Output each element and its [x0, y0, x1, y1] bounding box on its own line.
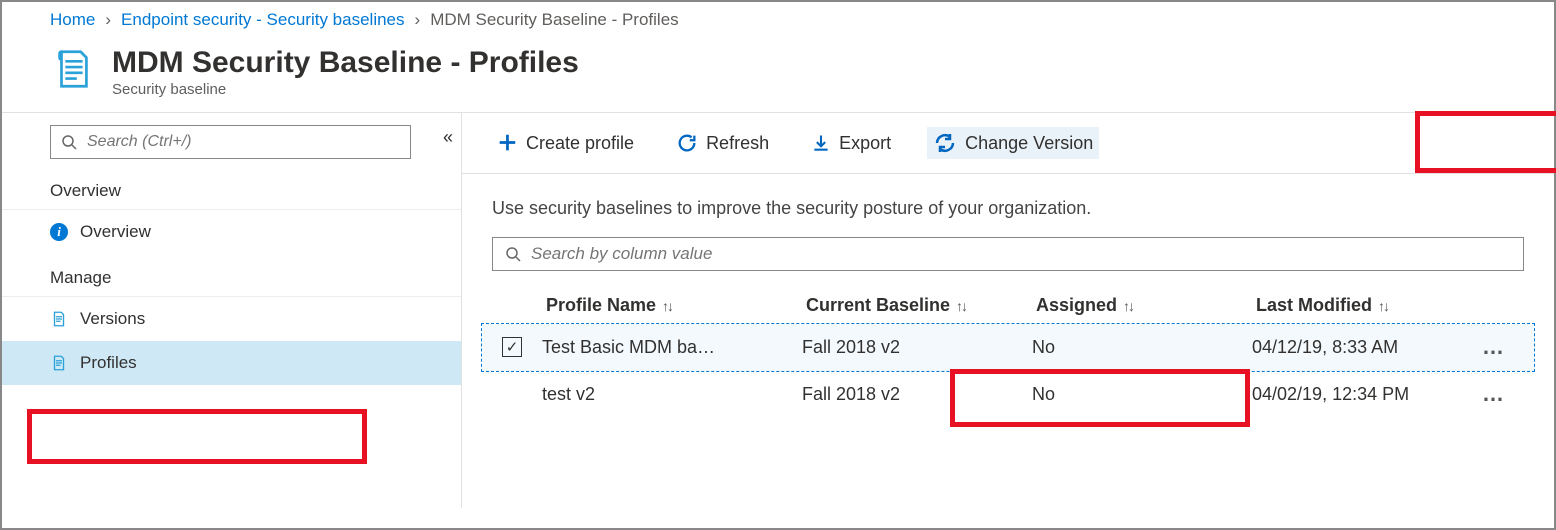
sidebar-search-input[interactable]: [87, 133, 400, 151]
create-profile-button[interactable]: Create profile: [490, 128, 640, 158]
column-search[interactable]: [492, 237, 1524, 271]
sidebar-section-overview: Overview: [2, 177, 461, 210]
breadcrumb-home[interactable]: Home: [50, 10, 95, 30]
sidebar-item-label: Overview: [80, 222, 151, 242]
cell-current-baseline: Fall 2018 v2: [802, 384, 1032, 405]
cell-assigned: No: [1032, 384, 1252, 405]
export-button[interactable]: Export: [805, 129, 897, 158]
collapse-sidebar-icon[interactable]: «: [443, 127, 453, 148]
col-profile-name[interactable]: Profile Name ↑↓: [542, 287, 802, 324]
col-assigned[interactable]: Assigned ↑↓: [1032, 287, 1252, 324]
cell-last-modified: 04/12/19, 8:33 AM: [1252, 337, 1482, 358]
breadcrumb-current: MDM Security Baseline - Profiles: [430, 10, 678, 30]
row-more-button[interactable]: …: [1482, 381, 1522, 407]
content: Create profile Refresh Export: [462, 113, 1554, 508]
baseline-document-icon: [50, 46, 96, 92]
download-icon: [811, 133, 831, 153]
cell-last-modified: 04/02/19, 12:34 PM: [1252, 384, 1482, 405]
sort-icon: ↑↓: [956, 298, 966, 314]
row-checkbox[interactable]: ✓: [502, 337, 522, 357]
col-last-modified[interactable]: Last Modified ↑↓: [1252, 287, 1482, 324]
cell-profile-name: test v2: [542, 384, 802, 405]
cell-assigned: No: [1032, 337, 1252, 358]
highlight-profiles: [27, 409, 367, 464]
row-more-button[interactable]: …: [1482, 334, 1522, 360]
chevron-right-icon: ›: [105, 10, 111, 30]
sidebar-item-label: Profiles: [80, 353, 137, 373]
change-version-button[interactable]: Change Version: [927, 127, 1099, 159]
table-row[interactable]: ✓ Test Basic MDM ba… Fall 2018 v2 No 04/…: [482, 324, 1534, 371]
sidebar-search[interactable]: [50, 125, 411, 159]
search-icon: [505, 246, 521, 262]
sidebar-item-versions[interactable]: Versions: [2, 297, 461, 341]
sidebar-section-manage: Manage: [2, 264, 461, 297]
page-header: MDM Security Baseline - Profiles Securit…: [2, 38, 1554, 112]
page-subtitle: Security baseline: [112, 81, 579, 98]
refresh-button[interactable]: Refresh: [670, 128, 775, 158]
breadcrumb-endpoint-security[interactable]: Endpoint security - Security baselines: [121, 10, 404, 30]
document-icon: [50, 354, 68, 372]
sidebar-item-profiles[interactable]: Profiles: [2, 341, 461, 385]
sort-icon: ↑↓: [662, 298, 672, 314]
description-text: Use security baselines to improve the se…: [462, 174, 1554, 237]
cell-profile-name: Test Basic MDM ba…: [542, 337, 802, 358]
document-icon: [50, 310, 68, 328]
sidebar-item-overview[interactable]: i Overview: [2, 210, 461, 254]
profiles-table: Profile Name ↑↓ Current Baseline ↑↓ Assi…: [482, 287, 1534, 417]
sidebar: « Overview i Overview Manage: [2, 113, 462, 508]
search-icon: [61, 134, 77, 150]
toolbar: Create profile Refresh Export: [462, 113, 1554, 174]
column-search-input[interactable]: [531, 244, 1511, 264]
cell-current-baseline: Fall 2018 v2: [802, 337, 1032, 358]
sidebar-item-label: Versions: [80, 309, 145, 329]
refresh-icon: [676, 132, 698, 154]
sort-icon: ↑↓: [1378, 298, 1388, 314]
cycle-icon: [933, 131, 957, 155]
info-icon: i: [50, 223, 68, 241]
plus-icon: [496, 132, 518, 154]
sort-icon: ↑↓: [1123, 298, 1133, 314]
page-title: MDM Security Baseline - Profiles: [112, 46, 579, 79]
table-header: Profile Name ↑↓ Current Baseline ↑↓ Assi…: [482, 287, 1534, 324]
breadcrumb: Home › Endpoint security - Security base…: [2, 2, 1554, 38]
col-current-baseline[interactable]: Current Baseline ↑↓: [802, 287, 1032, 324]
table-row[interactable]: test v2 Fall 2018 v2 No 04/02/19, 12:34 …: [482, 371, 1534, 417]
chevron-right-icon: ›: [415, 10, 421, 30]
